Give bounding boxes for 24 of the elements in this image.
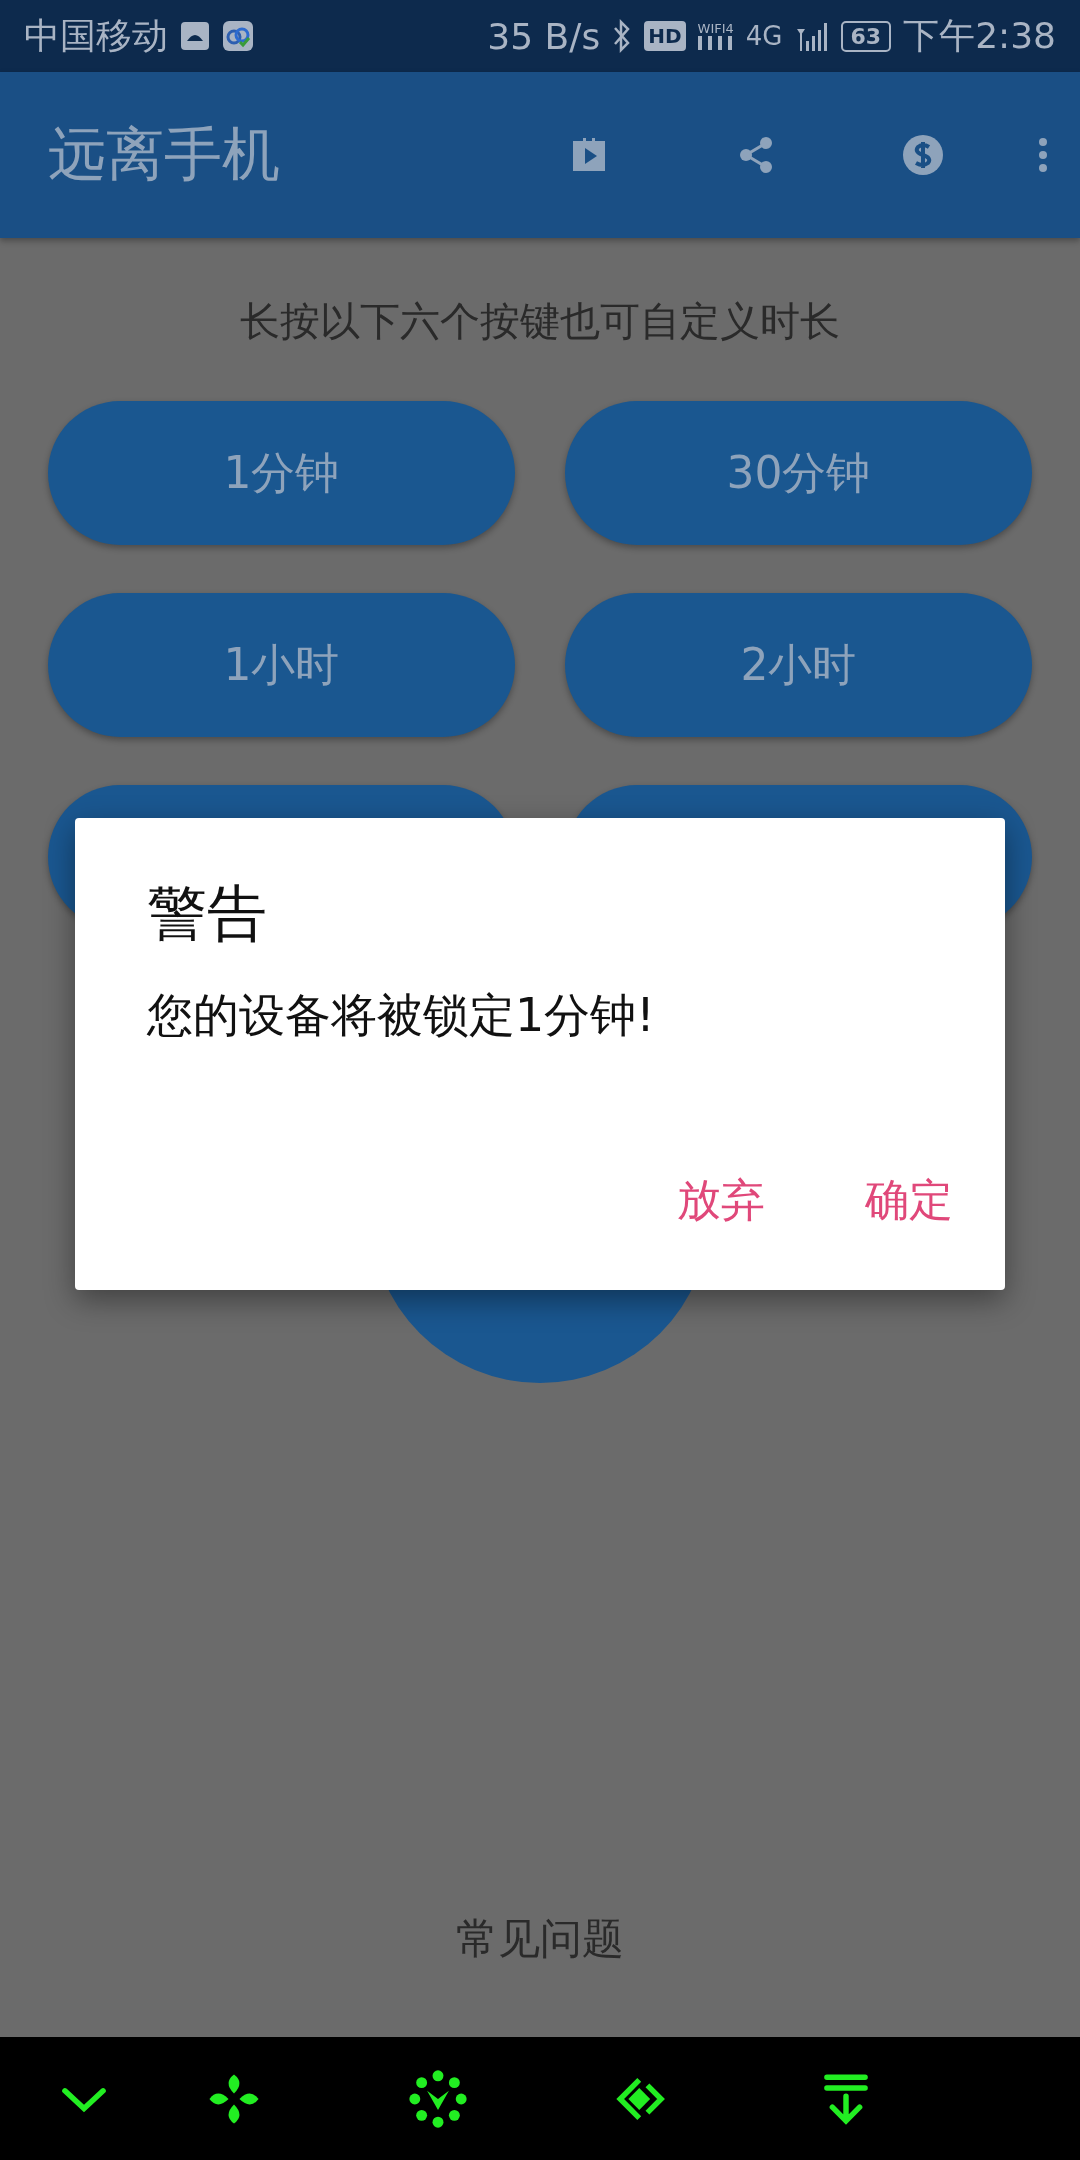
network-type: 4G (745, 21, 783, 51)
dialog-title: 警告 (147, 877, 268, 950)
carrier-name: 中国移动 (24, 13, 168, 58)
duration-button[interactable]: 1小时 (48, 593, 515, 737)
duration-button[interactable]: 30分钟 (565, 401, 1032, 545)
cancel-button[interactable]: 放弃 (657, 1161, 785, 1240)
battery-level: 63 (840, 20, 892, 52)
flower-icon (408, 2068, 468, 2129)
confirm-button[interactable]: 确定 (845, 1161, 973, 1240)
dialog-message: 您的设备将被锁定1分钟! (147, 987, 656, 1044)
hd-badge: HD (644, 21, 686, 51)
app-notification-icon (180, 21, 210, 51)
wifi-indicator: WIFI4 (697, 22, 734, 50)
dollar-coin-icon (901, 133, 945, 177)
app-title: 远离手机 (48, 119, 280, 190)
faq-link[interactable]: 常见问题 (456, 1911, 624, 1967)
clock: 下午2:38 (903, 13, 1056, 58)
more-menu-icon (1038, 137, 1048, 173)
instruction-text: 长按以下六个按键也可自定义时长 (240, 297, 840, 346)
duration-button[interactable]: 1分钟 (48, 401, 515, 545)
network-speed: 35 B/s (487, 15, 601, 57)
flower-button[interactable] (408, 2068, 468, 2129)
cloud-app-icon (222, 20, 254, 52)
duration-button[interactable]: 2小时 (565, 593, 1032, 737)
